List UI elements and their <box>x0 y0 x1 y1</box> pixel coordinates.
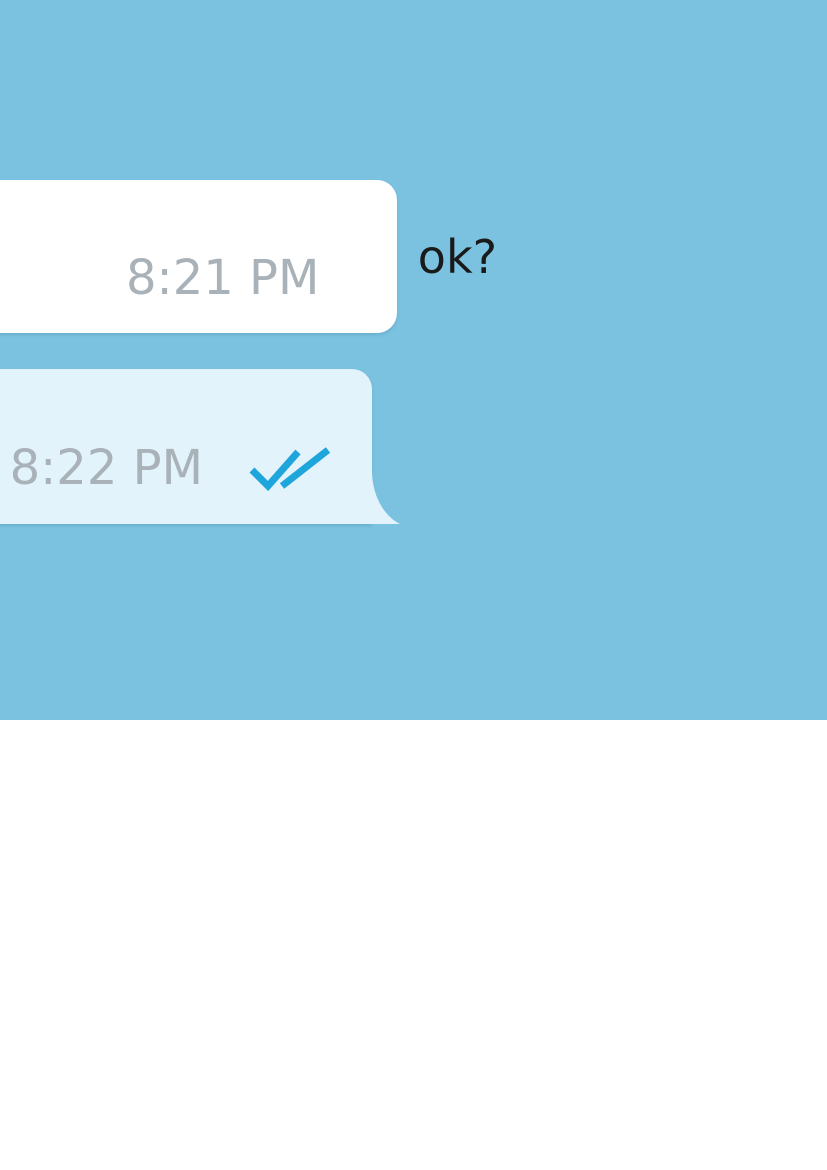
incoming-message-time: 8:21 PM <box>126 250 320 306</box>
bubble-tail <box>368 470 400 524</box>
outgoing-message-time: 8:22 PM <box>9 440 203 496</box>
double-check-icon <box>249 447 331 492</box>
chat-history[interactable]: ok? 8:21 PM 8:22 PM <box>0 0 827 720</box>
incoming-message-text: ok? <box>417 230 497 284</box>
